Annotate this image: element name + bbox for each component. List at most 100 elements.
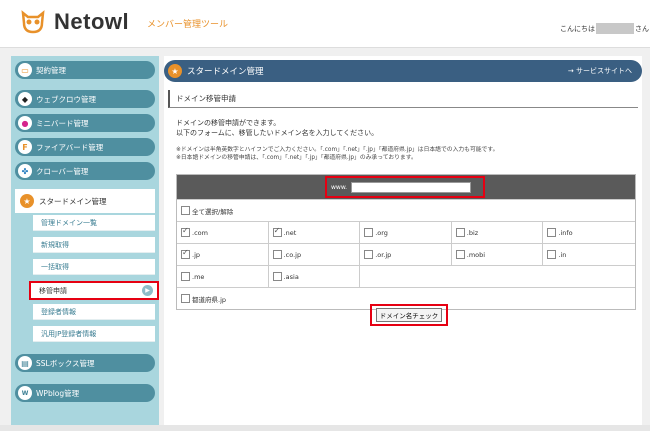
www-label: www. (331, 183, 348, 191)
tld-label: .biz (466, 228, 479, 237)
sidebar-item-contract[interactable]: ▭ 契約管理 (15, 61, 155, 79)
netowl-logo[interactable]: Netowl (20, 9, 129, 35)
tld-label: .info (558, 228, 573, 237)
sidebar-item-label: WPblog管理 (36, 388, 80, 398)
tld-cell: .mobi (452, 243, 544, 266)
tld-checkbox-orjp[interactable] (364, 250, 374, 259)
tld-cell: .asia (269, 265, 361, 288)
www-bar: www. (177, 175, 635, 199)
sidebar-item-wpblog[interactable]: W WPblog管理 (15, 384, 155, 402)
domain-name-input[interactable] (351, 181, 472, 193)
tld-cell: .org (360, 221, 452, 244)
stardomain-icon: ★ (20, 194, 34, 208)
www-input-group: www. (325, 176, 485, 198)
select-all-cell: 全て選択/解除 (177, 200, 635, 222)
tld-checkbox-org[interactable] (364, 228, 374, 237)
tld-cell: .biz (452, 221, 544, 244)
tld-checkbox-jp[interactable] (181, 248, 190, 259)
tld-label: .com (192, 228, 208, 237)
tld-checkbox-net[interactable] (272, 226, 282, 237)
sidebar-item-stardomain[interactable]: ★ スタードメイン管理 (15, 189, 155, 213)
sidebar-item-label: ファイアバード管理 (36, 142, 104, 152)
redacted-username (596, 23, 634, 34)
clover-icon: ✤ (18, 164, 32, 178)
tld-cell: .net (269, 221, 361, 244)
note-line: ※日本語ドメインの移管申請は、「.com」「.net」「.jp」「都道府県.jp… (176, 155, 417, 161)
sidebar-item-label: スタードメイン管理 (39, 196, 107, 206)
sidebar-sub-registrant[interactable]: 登録者情報 (33, 304, 155, 320)
sidebar-sub-new-register[interactable]: 新規取得 (33, 237, 155, 253)
tld-cell: .in (543, 244, 635, 266)
tld-checkbox-asia[interactable] (272, 272, 282, 281)
tld-label: .in (558, 250, 567, 259)
tld-checkbox-biz[interactable] (455, 228, 465, 237)
tld-checkbox-in[interactable] (547, 250, 557, 259)
sidebar-item-sslbox[interactable]: ▤ SSLボックス管理 (15, 354, 155, 372)
wpblog-icon: W (18, 386, 32, 400)
contract-icon: ▭ (18, 63, 32, 77)
sidebar-item-label: ミニバード管理 (36, 118, 89, 128)
tld-checkbox-cojp[interactable] (272, 250, 282, 259)
sidebar-sub-label: 管理ドメイン一覧 (41, 218, 97, 227)
description-line: 以下のフォームに、移管したいドメイン名を入力してください。 (176, 129, 379, 137)
tld-checkbox-mobi[interactable] (455, 250, 465, 259)
main-content: ★ スタードメイン管理 → サービスサイトへ ドメイン移管申請 ドメインの移管申… (164, 56, 642, 426)
user-greeting: こんにちは さん (560, 23, 649, 34)
tld-row: .me .asia (177, 265, 635, 288)
greeting-prefix: こんにちは (560, 24, 595, 33)
sidebar-item-minibird[interactable]: ● ミニバード管理 (15, 114, 155, 132)
sidebar-item-webcrow[interactable]: ◆ ウェブクロウ管理 (15, 90, 155, 108)
select-all-row: 全て選択/解除 (177, 199, 635, 221)
select-all-label: 全て選択/解除 (192, 207, 234, 216)
sidebar-item-label: ウェブクロウ管理 (36, 94, 96, 104)
tld-label: .or.jp (375, 250, 392, 259)
webcrow-icon: ◆ (18, 92, 32, 106)
select-all-checkbox[interactable] (181, 206, 190, 215)
sidebar-sub-label: 一括取得 (41, 262, 69, 271)
tld-checkbox-pref-jp[interactable] (181, 294, 190, 303)
chevron-right-icon: ▶ (142, 285, 153, 296)
sidebar-sub-label: 新規取得 (41, 240, 69, 249)
tld-cell: .jp (177, 243, 269, 266)
tld-checkbox-me[interactable] (181, 272, 190, 281)
sidebar-sub-label: 登録者情報 (41, 307, 76, 316)
tld-cell: .me (177, 265, 269, 288)
domain-form-table: www. 全て選択/解除 .com .net .org .biz .info .… (176, 174, 636, 310)
description-line: ドメインの移管申請ができます。 (176, 119, 281, 127)
owl-icon (20, 9, 46, 35)
sidebar-sub-domain-list[interactable]: 管理ドメイン一覧 (33, 215, 155, 231)
tld-checkbox-info[interactable] (547, 228, 557, 237)
tld-row: .com .net .org .biz .info (177, 221, 635, 244)
section-title: ドメイン移管申請 (168, 90, 638, 108)
tld-cell: .info (543, 222, 635, 244)
sidebar-sub-transfer[interactable]: 移管申請 ▶ (29, 281, 159, 300)
domain-check-button[interactable]: ドメイン名チェック (376, 308, 442, 322)
empty-cell (360, 266, 635, 288)
tld-checkbox-com[interactable] (181, 226, 190, 237)
tld-label: .asia (283, 272, 299, 281)
sidebar-item-clover[interactable]: ✤ クローバー管理 (15, 162, 155, 180)
tld-label: .co.jp (283, 250, 302, 259)
sidebar-sub-bulk-register[interactable]: 一括取得 (33, 259, 155, 275)
top-header: Netowl メンバー管理ツール こんにちは さん (0, 0, 650, 48)
footer-strip (0, 425, 650, 431)
sidebar-sub-label: 汎用JP登録者情報 (41, 329, 97, 338)
sidebar-item-label: SSLボックス管理 (36, 358, 95, 368)
tld-cell: .or.jp (360, 243, 452, 266)
stardomain-icon: ★ (168, 64, 182, 78)
main-header-bar: ★ スタードメイン管理 → サービスサイトへ (164, 60, 642, 82)
tld-label: .jp (192, 250, 200, 259)
greeting-suffix: さん (635, 24, 649, 33)
sidebar-sub-jp-registrant[interactable]: 汎用JP登録者情報 (33, 326, 155, 342)
sidebar-item-firebird[interactable]: F ファイアバード管理 (15, 138, 155, 156)
tld-label: .net (283, 228, 297, 237)
tld-cell: .com (177, 221, 269, 244)
service-site-link[interactable]: → サービスサイトへ (568, 66, 632, 76)
note-line: ※ドメインは半角英数字とハイフンでご入力ください。「.com」「.net」「.j… (176, 147, 499, 153)
check-button-highlight: ドメイン名チェック (370, 304, 448, 326)
sidebar: ▭ 契約管理 ◆ ウェブクロウ管理 ● ミニバード管理 F ファイアバード管理 … (11, 56, 159, 426)
page-title: スタードメイン管理 (187, 67, 264, 77)
tld-label: .me (192, 272, 205, 281)
tld-cell: .co.jp (269, 243, 361, 266)
firebird-icon: F (18, 140, 32, 154)
